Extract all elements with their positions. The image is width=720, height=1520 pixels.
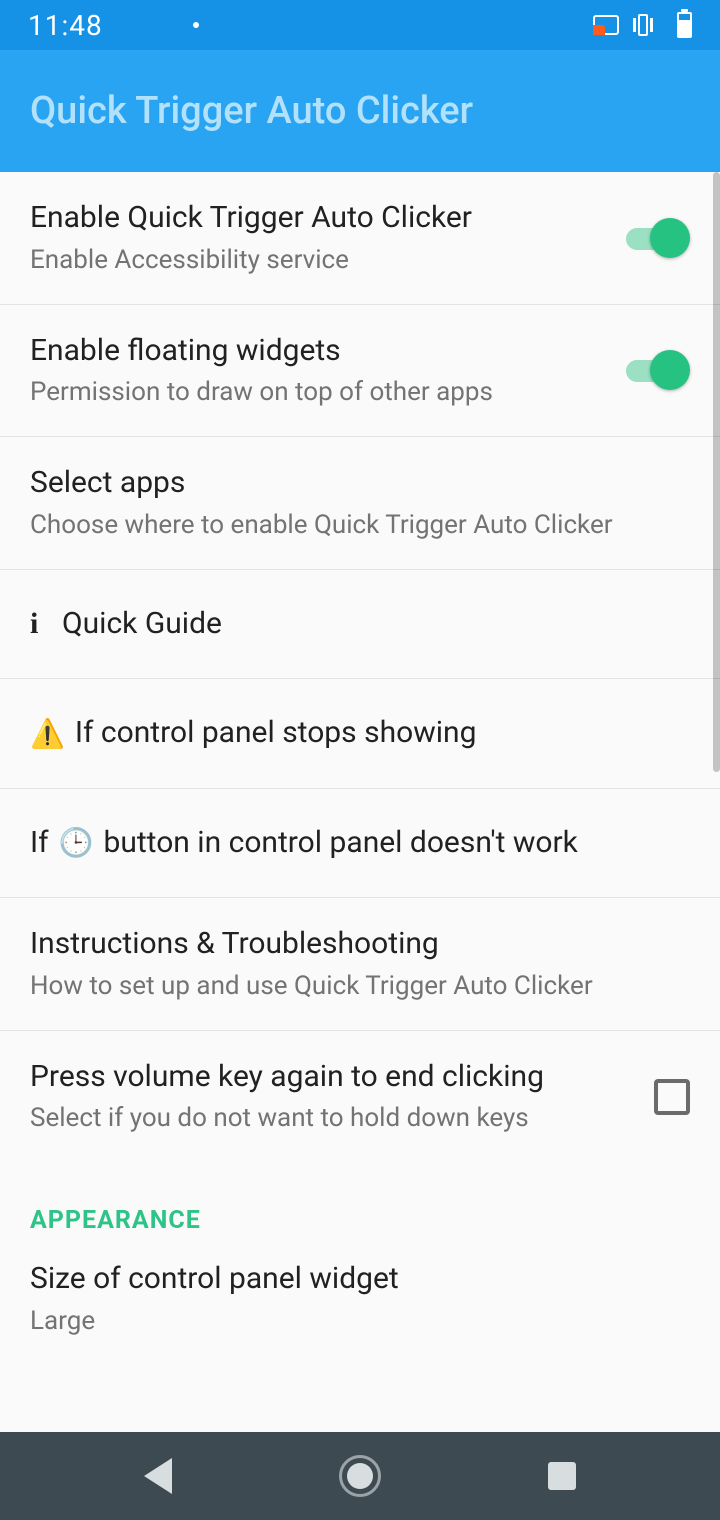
setting-enable-clicker[interactable]: Enable Quick Trigger Auto Clicker Enable… (0, 172, 720, 305)
setting-text: Instructions & Troubleshooting How to se… (30, 924, 690, 1004)
setting-title: Enable floating widgets (30, 331, 606, 372)
setting-instructions[interactable]: Instructions & Troubleshooting How to se… (0, 898, 720, 1031)
setting-subtitle: Select if you do not want to hold down k… (30, 1101, 634, 1136)
setting-title: Press volume key again to end clicking (30, 1057, 634, 1098)
setting-title: i Quick Guide (30, 604, 222, 645)
setting-text: Size of control panel widget Large (30, 1259, 690, 1339)
floating-widgets-switch[interactable] (626, 350, 690, 390)
section-appearance: APPEARANCE (0, 1162, 720, 1247)
setting-subtitle: How to set up and use Quick Trigger Auto… (30, 969, 690, 1004)
setting-volume-key[interactable]: Press volume key again to end clicking S… (0, 1031, 720, 1163)
vibrate-icon (633, 13, 663, 37)
app-title: Quick Trigger Auto Clicker (30, 89, 473, 133)
setting-value: Large (30, 1304, 690, 1339)
setting-panel-stops[interactable]: ⚠️ If control panel stops showing (0, 679, 720, 789)
scrollbar[interactable] (713, 172, 720, 772)
cast-icon (593, 15, 619, 35)
quick-guide-label: Quick Guide (62, 604, 222, 645)
status-left: 11:48 (28, 9, 199, 42)
setting-subtitle: Permission to draw on top of other apps (30, 375, 606, 410)
setting-select-apps[interactable]: Select apps Choose where to enable Quick… (0, 437, 720, 570)
clock-button-suffix: button in control panel doesn't work (103, 823, 577, 864)
settings-list: Enable Quick Trigger Auto Clicker Enable… (0, 172, 720, 1365)
setting-clock-button[interactable]: If 🕒 button in control panel doesn't wor… (0, 789, 720, 899)
setting-text: Enable Quick Trigger Auto Clicker Enable… (30, 198, 606, 278)
setting-floating-widgets[interactable]: Enable floating widgets Permission to dr… (0, 305, 720, 438)
status-time: 11:48 (28, 9, 103, 42)
notification-dot-icon (193, 22, 199, 28)
battery-icon (677, 12, 692, 38)
info-icon: i (30, 604, 52, 645)
setting-text: Select apps Choose where to enable Quick… (30, 463, 690, 543)
setting-title: If 🕒 button in control panel doesn't wor… (30, 823, 578, 864)
setting-title: Select apps (30, 463, 690, 504)
setting-title: ⚠️ If control panel stops showing (30, 713, 476, 754)
warning-icon: ⚠️ (30, 715, 65, 753)
setting-text: Enable floating widgets Permission to dr… (30, 331, 606, 411)
volume-key-checkbox[interactable] (654, 1079, 690, 1115)
setting-text: Press volume key again to end clicking S… (30, 1057, 634, 1137)
app-bar: Quick Trigger Auto Clicker (0, 50, 720, 172)
clock-icon: 🕒 (59, 824, 94, 862)
setting-subtitle: Choose where to enable Quick Trigger Aut… (30, 508, 690, 543)
navigation-bar (0, 1432, 720, 1520)
clock-button-prefix: If (30, 823, 49, 864)
setting-title: Enable Quick Trigger Auto Clicker (30, 198, 606, 239)
status-bar: 11:48 (0, 0, 720, 50)
setting-panel-size[interactable]: Size of control panel widget Large (0, 1247, 720, 1365)
nav-recent-button[interactable] (548, 1462, 576, 1490)
status-right (593, 12, 692, 38)
nav-back-button[interactable] (144, 1458, 172, 1494)
nav-home-button[interactable] (339, 1455, 381, 1497)
enable-clicker-switch[interactable] (626, 218, 690, 258)
setting-title: Size of control panel widget (30, 1259, 690, 1300)
panel-stops-label: If control panel stops showing (75, 713, 477, 754)
setting-quick-guide[interactable]: i Quick Guide (0, 570, 720, 680)
setting-subtitle: Enable Accessibility service (30, 243, 606, 278)
setting-title: Instructions & Troubleshooting (30, 924, 690, 965)
